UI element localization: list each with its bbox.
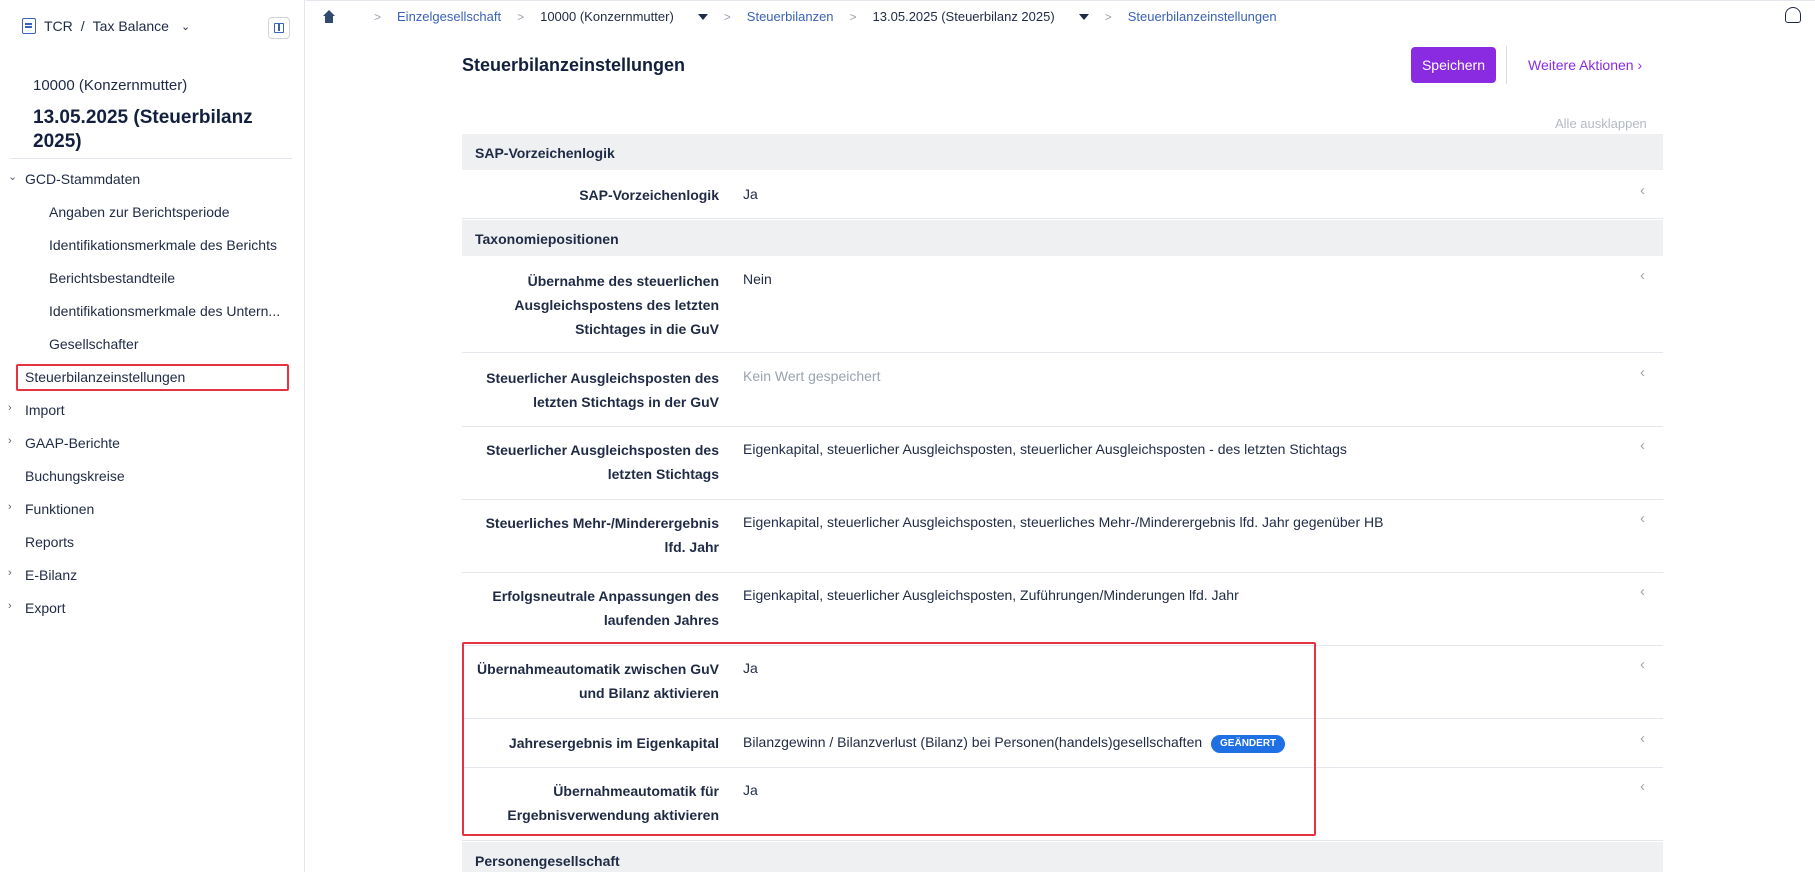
breadcrumb-steuerbilanzen[interactable]: Steuerbilanzen xyxy=(747,9,834,24)
app-module: TCR xyxy=(44,18,73,34)
chevron-left-icon[interactable]: ‹ xyxy=(1640,583,1645,600)
settings-row[interactable]: Steuerlicher Ausgleichsposten des letzte… xyxy=(462,354,1663,427)
sidebar-item-funktionen[interactable]: Funktionen xyxy=(25,501,94,517)
settings-row[interactable]: Jahresergebnis im Eigenkapital Bilanzgew… xyxy=(462,720,1663,768)
sidebar: TCR / Tax Balance ⌄ 10000 (Konzernmutter… xyxy=(0,0,305,872)
settings-row[interactable]: Steuerlicher Ausgleichsposten des letzte… xyxy=(462,428,1663,500)
sidebar-panel-icon xyxy=(274,23,284,33)
row-value: Ja xyxy=(743,186,758,202)
row-label: Steuerlicher Ausgleichsposten des letzte… xyxy=(486,370,719,410)
action-divider xyxy=(1506,46,1507,84)
row-label: SAP-Vorzeichenlogik xyxy=(579,187,719,203)
sidebar-divider xyxy=(10,158,292,159)
breadcrumb-separator: > xyxy=(723,9,731,24)
home-icon[interactable] xyxy=(322,9,336,24)
sidebar-item-import[interactable]: Import xyxy=(25,402,65,418)
settings-row[interactable]: Übernahmeautomatik für Ergebnisverwendun… xyxy=(462,769,1663,841)
chevron-left-icon[interactable]: ‹ xyxy=(1640,182,1645,199)
breadcrumb-current: Steuerbilanzeinstellungen xyxy=(1127,9,1277,24)
clipboard-icon xyxy=(22,18,36,34)
topbar: > Einzelgesellschaft > 10000 (Konzernmut… xyxy=(306,0,1815,37)
chevron-left-icon[interactable]: ‹ xyxy=(1640,778,1645,795)
sidebar-item-identifikationsmerkmale-unternehmen[interactable]: Identifikationsmerkmale des Untern... xyxy=(49,303,280,319)
toggle-sidebar-button[interactable] xyxy=(268,17,290,39)
chevron-left-icon[interactable]: ‹ xyxy=(1640,267,1645,284)
row-value: Nein xyxy=(743,271,772,287)
row-label: Jahresergebnis im Eigenkapital xyxy=(508,735,719,751)
more-actions-label: Weitere Aktionen xyxy=(1528,57,1634,73)
settings-row[interactable]: Steuerliches Mehr-/Minderergebnis lfd. J… xyxy=(462,501,1663,573)
settings-row[interactable]: SAP-Vorzeichenlogik Ja ‹ xyxy=(462,170,1663,219)
chevron-left-icon[interactable]: ‹ xyxy=(1640,730,1645,747)
chevron-right-icon: › xyxy=(1637,57,1643,73)
row-value: Eigenkapital, steuerlicher Ausgleichspos… xyxy=(743,441,1347,457)
row-value: Ja xyxy=(743,782,758,798)
row-value: Eigenkapital, steuerlicher Ausgleichspos… xyxy=(743,587,1239,603)
breadcrumb-separator: > xyxy=(1104,9,1112,24)
chevron-right-icon: › xyxy=(8,501,12,513)
sidebar-item-gcd-stammdaten[interactable]: GCD-Stammdaten xyxy=(25,171,140,187)
row-value: Bilanzgewinn / Bilanzverlust (Bilanz) be… xyxy=(743,732,1286,753)
sidebar-item-gesellschafter[interactable]: Gesellschafter xyxy=(49,336,138,352)
sidebar-item-angaben-berichtsperiode[interactable]: Angaben zur Berichtsperiode xyxy=(49,204,230,220)
chevron-left-icon[interactable]: ‹ xyxy=(1640,437,1645,454)
sidebar-item-buchungskreise[interactable]: Buchungskreise xyxy=(25,468,125,484)
sidebar-item-identifikationsmerkmale-bericht[interactable]: Identifikationsmerkmale des Berichts xyxy=(49,237,277,253)
chevron-right-icon: › xyxy=(8,600,12,612)
section-header-taxonomy: Taxonomiepositionen xyxy=(462,220,1663,256)
chevron-left-icon[interactable]: ‹ xyxy=(1640,656,1645,673)
entity-name: 10000 (Konzernmutter) xyxy=(33,77,188,94)
breadcrumb-period[interactable]: 13.05.2025 (Steuerbilanz 2025) xyxy=(873,9,1055,24)
more-actions-button[interactable]: Weitere Aktionen › xyxy=(1528,57,1642,73)
app-switcher[interactable]: TCR / Tax Balance ⌄ xyxy=(22,18,190,34)
breadcrumb-separator: > xyxy=(517,9,525,24)
row-label: Steuerliches Mehr-/Minderergebnis lfd. J… xyxy=(485,515,719,555)
sidebar-item-berichtsbestandteile[interactable]: Berichtsbestandteile xyxy=(49,270,175,286)
expand-all-button[interactable]: Alle ausklappen xyxy=(1555,116,1647,131)
settings-row[interactable]: Erfolgsneutrale Anpassungen des laufende… xyxy=(462,574,1663,646)
app-name: Tax Balance xyxy=(92,18,169,34)
sidebar-item-reports[interactable]: Reports xyxy=(25,534,74,550)
section-header-partnership: Personengesellschaft xyxy=(462,842,1663,872)
chevron-left-icon[interactable]: ‹ xyxy=(1640,510,1645,527)
caret-down-icon[interactable] xyxy=(697,13,708,20)
row-value: Ja xyxy=(743,660,758,676)
chevron-right-icon: › xyxy=(8,435,12,447)
bell-icon[interactable] xyxy=(1785,7,1801,23)
section-header-sap: SAP-Vorzeichenlogik xyxy=(462,134,1663,170)
breadcrumb-separator: > xyxy=(849,9,857,24)
chevron-right-icon: › xyxy=(8,567,12,579)
row-value: Kein Wert gespeichert xyxy=(743,368,881,384)
sidebar-item-gaap-berichte[interactable]: GAAP-Berichte xyxy=(25,435,120,451)
row-label: Übernahmeautomatik für Ergebnisverwendun… xyxy=(507,783,719,823)
breadcrumb-separator: > xyxy=(374,9,382,24)
row-value-text: Bilanzgewinn / Bilanzverlust (Bilanz) be… xyxy=(743,734,1203,750)
sidebar-item-steuerbilanzeinstellungen[interactable]: Steuerbilanzeinstellungen xyxy=(25,369,185,385)
app-separator: / xyxy=(80,18,85,34)
chevron-down-icon: ⌄ xyxy=(180,20,191,33)
row-label: Erfolgsneutrale Anpassungen des laufende… xyxy=(492,588,719,628)
changed-badge: GEÄNDERT xyxy=(1211,735,1286,753)
page-title: Steuerbilanzeinstellungen xyxy=(462,55,686,75)
settings-row[interactable]: Übernahme des steuerlichen Ausgleichspos… xyxy=(462,256,1663,353)
row-label: Übernahmeautomatik zwischen GuV und Bila… xyxy=(477,661,719,701)
row-label: Übernahme des steuerlichen Ausgleichspos… xyxy=(514,273,719,337)
chevron-down-icon: ⌄ xyxy=(8,171,18,183)
row-label: Steuerlicher Ausgleichsposten des letzte… xyxy=(486,442,719,482)
row-value: Eigenkapital, steuerlicher Ausgleichspos… xyxy=(743,514,1384,530)
breadcrumb-entity[interactable]: 10000 (Konzernmutter) xyxy=(540,9,674,24)
chevron-left-icon[interactable]: ‹ xyxy=(1640,364,1645,381)
sidebar-item-e-bilanz[interactable]: E-Bilanz xyxy=(25,567,77,583)
breadcrumb: > Einzelgesellschaft > 10000 (Konzernmut… xyxy=(322,9,1277,24)
save-button[interactable]: Speichern xyxy=(1411,47,1496,83)
period-name: 13.05.2025 (Steuerbilanz 2025) xyxy=(33,107,253,152)
breadcrumb-einzelgesellschaft[interactable]: Einzelgesellschaft xyxy=(397,9,501,24)
caret-down-icon[interactable] xyxy=(1078,13,1089,20)
sidebar-item-export[interactable]: Export xyxy=(25,600,65,616)
settings-row[interactable]: Übernahmeautomatik zwischen GuV und Bila… xyxy=(462,647,1663,719)
chevron-right-icon: › xyxy=(8,402,12,414)
